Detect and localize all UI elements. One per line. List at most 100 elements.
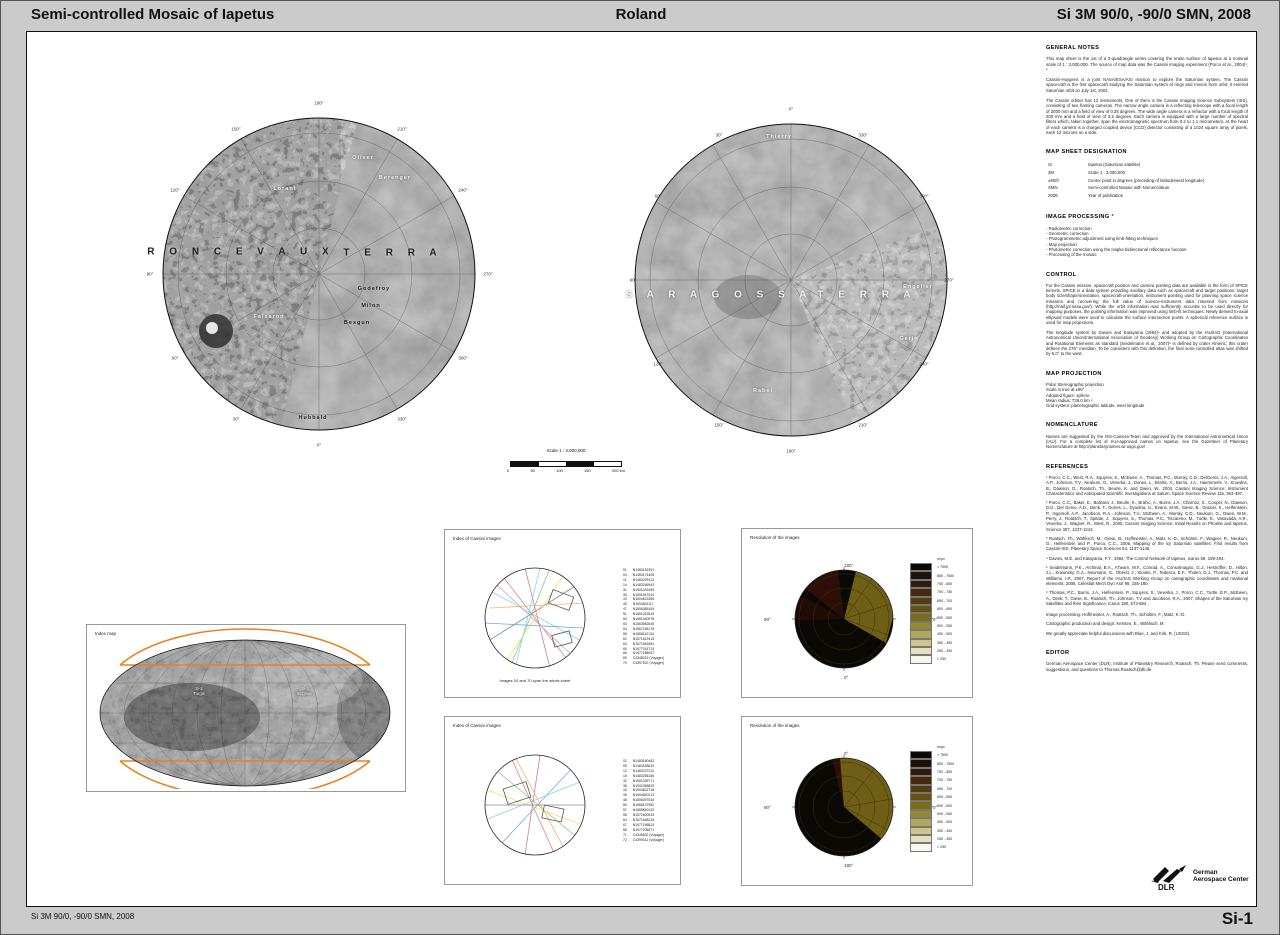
notes-paragraph: For the Cassini mission, spacecraft posi… [1046,283,1248,325]
legend-row: 250 - 350 [910,647,954,655]
terra-label: S A R A G O S S A [626,290,813,301]
legend-range: 750 - 850 [937,770,952,774]
resolution-legend: m/px > 7500 850 - 7500 750 - 850 [910,745,954,852]
scale-segment [511,462,539,466]
processing-step: - Processing of the mosaic [1046,252,1248,257]
legend-swatch [910,605,932,613]
quad-label: Si-3Engelier [297,686,312,696]
legend-swatch [910,655,932,663]
legend-row: < 250 [910,655,954,663]
legend-row: 550 - 600 [910,613,954,621]
longitude-tick: 240° [458,188,467,193]
crater-label: Rabel [753,388,773,394]
legend-swatch [910,597,932,605]
longitude-tick: 300° [919,194,928,199]
res-tick-top: 180° [844,563,853,568]
notes-paragraph: The longitude system by Davies and Katay… [1046,330,1248,356]
legend-range: > 7500 [937,753,948,757]
legend-swatch [910,785,932,793]
legend-swatch [910,647,932,655]
scale-segment [566,462,594,466]
longitude-tick: 180° [786,449,795,454]
section-map-projection: MAP PROJECTION Polar Stereographic proje… [1046,372,1248,409]
legend-row: 850 - 7500 [910,759,954,767]
legend-unit: m/px [937,745,954,749]
panel-caption: Images 04 and 70 span the whole sheet [500,678,571,683]
longitude-tick: 150° [714,423,723,428]
legend-row: > 7500 [910,751,954,759]
legend-row: 600 - 650 [910,605,954,613]
legend-range: > 7500 [937,565,948,569]
scale-tick: 0 [507,468,509,473]
section-heading: IMAGE PROCESSING ³ [1046,215,1248,220]
legend-row: 750 - 850 [910,580,954,588]
legend-range: 500 - 550 [937,812,952,816]
res-tick-left: 90° [764,805,771,810]
legend-row: 600 - 650 [910,793,954,801]
legend-swatch [910,580,932,588]
designation-row: ±90/0Center point in degrees (preceding … [1048,178,1204,184]
panel-title: Resolution of the images [750,535,800,540]
legend-row: 700 - 750 [910,776,954,784]
longitude-tick: 270° [483,272,492,277]
notes-column: GENERAL NOTES This map sheet is the 1st … [1046,46,1248,687]
svg-text:DLR: DLR [1158,883,1175,891]
legend-row: 450 - 500 [910,818,954,826]
res-tick-left: 90° [764,617,771,622]
longitude-tick: 0° [789,107,793,112]
res-tick-bottom: 0° [844,675,848,680]
section-heading: NOMENCLATURE [1046,423,1248,428]
crater-label: Berenger [379,175,411,181]
legend-swatch [910,759,932,767]
image-footprints-north [455,548,615,688]
legend-range: 700 - 750 [937,590,952,594]
scale-tick: 100 [556,468,563,473]
notes-paragraph: Cassini-Huygens is a joint NASA/ESA/ASI … [1046,77,1248,93]
crater-label: Besgun [344,320,370,326]
legend-range: 550 - 600 [937,616,952,620]
longitude-tick: 120° [170,188,179,193]
designation-row: 2008Year of publication [1048,193,1204,199]
image-index-panel-north: Index of Cassini images 01N1483152 [444,529,681,698]
longitude-tick: 210° [858,423,867,428]
legend-row: 250 - 350 [910,835,954,843]
longitude-tick: 150° [231,127,240,132]
longitude-tick: 60° [655,194,662,199]
section-heading: MAP SHEET DESIGNATION [1046,150,1248,155]
dlr-logo-icon: DLR [1149,861,1187,891]
legend-swatch [910,622,932,630]
crater-label: Lorant [273,186,296,192]
legend-swatch [910,571,932,579]
legend-range: 350 - 450 [937,829,952,833]
longitude-tick: 120° [653,362,662,367]
resolution-map-north [774,549,914,689]
longitude-tick: 0° [317,443,321,448]
section-heading: MAP PROJECTION [1046,372,1248,377]
legend-swatch [910,793,932,801]
longitude-tick: 30° [233,417,240,422]
resolution-panel-south: Resolution of the images 0° 90° 270° 180… [741,716,973,886]
longitude-tick: 90° [630,278,637,283]
legend-range: 600 - 650 [937,607,952,611]
scale-label: Scale 1 : 3,000,000 [501,448,631,453]
legend-range: 650 - 700 [937,787,952,791]
crater-label: Falsaron [254,314,285,320]
section-editor: EDITOR German Aerospace Center (DLR), In… [1046,651,1248,672]
longitude-tick: 240° [919,362,928,367]
scale-tick: 50 [530,468,534,473]
crater-label: Gerin [899,336,918,342]
legend-row: 450 - 500 [910,630,954,638]
section-control: CONTROL For the Cassini mission, spacecr… [1046,273,1248,357]
longitude-tick: 30° [716,133,723,138]
legend-row: 500 - 550 [910,810,954,818]
longitude-tick: 90° [147,272,154,277]
legend-range: 450 - 500 [937,820,952,824]
res-tick-top: 0° [844,751,848,756]
resolution-panel-north: Resolution of the images 180° 90° 270° 0… [741,528,973,698]
scale-ticks: 050100150200 km [507,468,625,473]
legend-swatch [910,810,932,818]
south-polar-map [613,102,969,458]
legend-row: 650 - 700 [910,597,954,605]
scale-bar: Scale 1 : 3,000,000 050100150200 km [501,448,631,473]
scale-bar-segments [510,461,622,467]
